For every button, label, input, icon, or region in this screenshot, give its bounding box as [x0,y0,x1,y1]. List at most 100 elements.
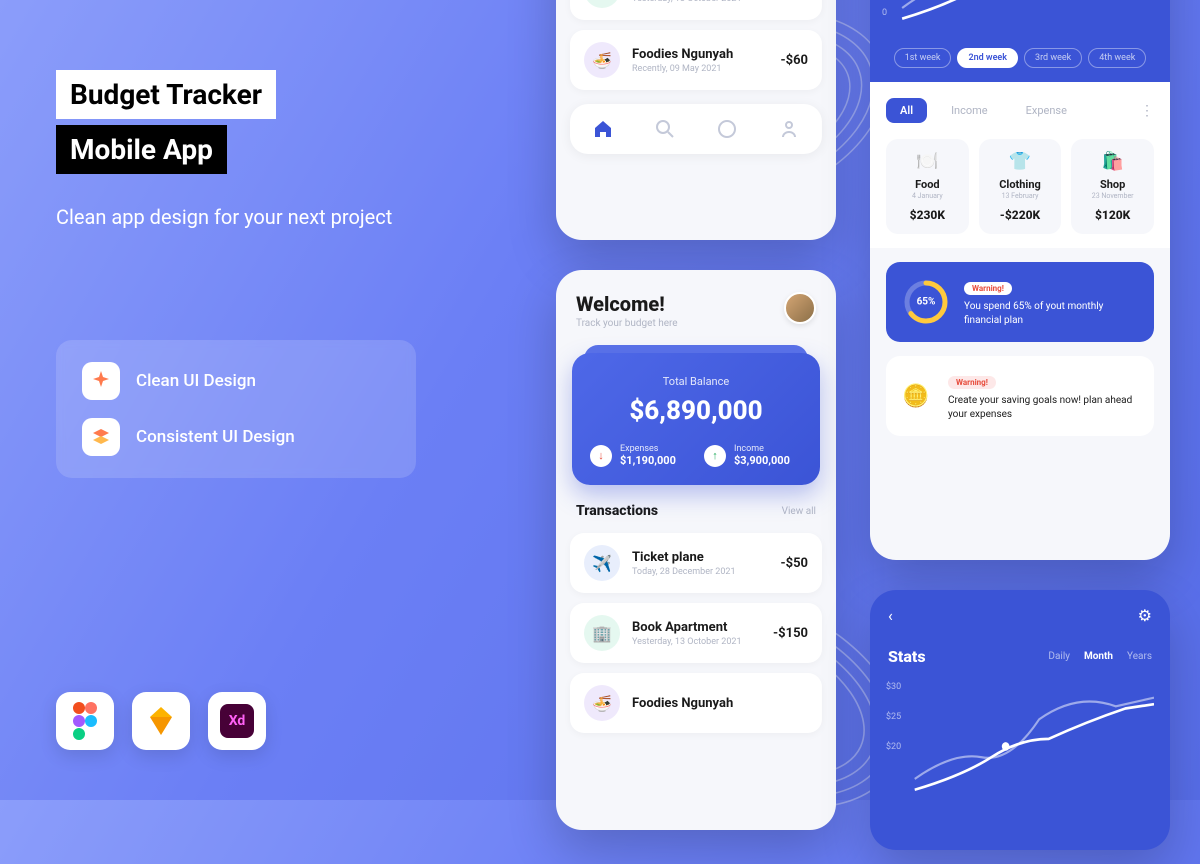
warning-card[interactable]: 65% Warning! You spend 65% of yout month… [886,262,1154,342]
expenses-label: Expenses [620,444,676,454]
transaction-amount: -$50 [781,556,809,571]
clothing-category-icon: 👕 [989,151,1052,172]
category-name: Clothing [989,178,1052,191]
filter-tabs: All Income Expense ⋮ [870,82,1170,139]
transaction-item[interactable]: 🍜 Foodies Ngunyah [570,673,822,733]
coins-icon: 🪙 [902,384,934,409]
category-amount: -$220K [989,208,1052,222]
transaction-title: Foodies Ngunyah [632,47,769,62]
building-icon: 🏢 [584,615,620,651]
week-tab[interactable]: 1st week [894,48,952,68]
category-amount: $230K [896,208,959,222]
line-chart: $30 $25 $20 $15 0 [870,0,1170,40]
welcome-subtitle: Track your budget here [576,318,678,329]
category-date: 13 February [989,192,1052,200]
transaction-date: Recently, 09 May 2021 [632,64,769,74]
feature-label: Clean UI Design [136,371,256,391]
category-cards: 🍽️ Food 4 January $230K 👕 Clothing 13 Fe… [870,139,1170,248]
phone-screen-home: Welcome! Track your budget here Total Ba… [556,270,836,830]
phone-screen-stats: $30 $25 $20 $15 0 1st week 2nd week 3rd … [870,0,1170,560]
progress-ring: 65% [902,278,950,326]
home-icon[interactable] [592,118,614,140]
expenses-value: $1,190,000 [620,454,676,467]
category-date: 23 November [1081,192,1144,200]
gear-icon[interactable]: ⚙ [1138,606,1152,625]
stats-tab-month[interactable]: Month [1084,651,1113,662]
category-name: Food [896,178,959,191]
week-tab[interactable]: 4th week [1088,48,1146,68]
filter-tab-expense[interactable]: Expense [1012,98,1081,123]
search-icon[interactable] [654,118,676,140]
hero-title-line2: Mobile App [56,125,227,174]
filter-tab-income[interactable]: Income [937,98,1002,123]
plane-icon: ✈️ [584,545,620,581]
progress-percent: 65% [917,297,936,308]
transaction-date: Yesterday, 13 October 2021 [632,0,761,4]
warning-text: Create your saving goals now! plan ahead… [948,394,1138,422]
hero-subtitle: Clean app design for your next project [56,202,456,232]
feature-item: Clean UI Design [82,362,390,400]
warning-text: You spend 65% of yout monthly financial … [964,300,1138,328]
transactions-heading: Transactions [576,503,658,519]
food-icon: 🍜 [584,42,620,78]
stats-period-tabs: Daily Month Years [1048,651,1152,662]
shop-category-icon: 🛍️ [1081,151,1144,172]
y-axis-label: $25 [886,712,901,722]
transaction-amount: -$60 [781,53,809,68]
warning-badge: Warning! [964,282,1012,295]
line-chart [886,676,1154,806]
food-category-icon: 🍽️ [896,151,959,172]
y-axis-label: $20 [886,742,901,752]
balance-card[interactable]: Total Balance $6,890,000 ↓ Expenses $1,1… [572,353,820,485]
transaction-item[interactable]: 🍜 Foodies Ngunyah Recently, 09 May 2021 … [570,30,822,90]
feature-item: Consistent UI Design [82,418,390,456]
building-icon: 🏢 [584,0,620,8]
warning-card[interactable]: 🪙 Warning! Create your saving goals now!… [886,356,1154,436]
arrow-down-icon: ↓ [590,445,612,467]
week-tab[interactable]: 3rd week [1024,48,1082,68]
back-icon[interactable]: ‹ [888,606,893,625]
stats-tab-years[interactable]: Years [1127,651,1152,662]
phone-screen-transactions: 🏢 Book Apartment Yesterday, 13 October 2… [556,0,836,240]
expenses-stat: ↓ Expenses $1,190,000 [590,444,688,467]
transaction-item[interactable]: 🏢 Book Apartment Yesterday, 13 October 2… [570,0,822,20]
phone-screen-stats-detail: ‹ ⚙ Stats Daily Month Years $30 $25 $20 [870,590,1170,850]
food-icon: 🍜 [584,685,620,721]
transaction-date: Today, 28 December 2021 [632,567,769,577]
profile-icon[interactable] [778,118,800,140]
transaction-amount: -$150 [773,626,808,641]
warning-badge: Warning! [948,376,996,389]
view-all-link[interactable]: View all [782,506,816,517]
sparkle-icon [82,362,120,400]
category-card[interactable]: 👕 Clothing 13 February -$220K [979,139,1062,234]
arrow-up-icon: ↑ [704,445,726,467]
tool-icons-row: Xd [56,692,266,750]
stats-title: Stats [888,647,926,666]
more-icon[interactable]: ⋮ [1140,103,1154,119]
income-label: Income [734,444,790,454]
avatar[interactable] [784,292,816,324]
category-name: Shop [1081,178,1144,191]
category-date: 4 January [896,192,959,200]
balance-amount: $6,890,000 [590,396,802,426]
transaction-date: Yesterday, 13 October 2021 [632,637,761,647]
filter-tab-all[interactable]: All [886,98,927,123]
transaction-item[interactable]: 🏢 Book Apartment Yesterday, 13 October 2… [570,603,822,663]
stats-tab-daily[interactable]: Daily [1048,651,1070,662]
category-card[interactable]: 🛍️ Shop 23 November $120K [1071,139,1154,234]
feature-label: Consistent UI Design [136,427,295,447]
category-card[interactable]: 🍽️ Food 4 January $230K [886,139,969,234]
transaction-item[interactable]: ✈️ Ticket plane Today, 28 December 2021 … [570,533,822,593]
week-tab[interactable]: 2nd week [957,48,1018,68]
transaction-title: Book Apartment [632,620,761,635]
category-amount: $120K [1081,208,1144,222]
xd-icon: Xd [208,692,266,750]
income-stat: ↑ Income $3,900,000 [704,444,802,467]
hero-title-line1: Budget Tracker [56,70,276,119]
features-card: Clean UI Design Consistent UI Design [56,340,416,478]
income-value: $3,900,000 [734,454,790,467]
welcome-title: Welcome! [576,292,678,316]
bottom-navigation [570,104,822,154]
chat-icon[interactable] [716,118,738,140]
y-axis-label: $30 [886,682,901,692]
